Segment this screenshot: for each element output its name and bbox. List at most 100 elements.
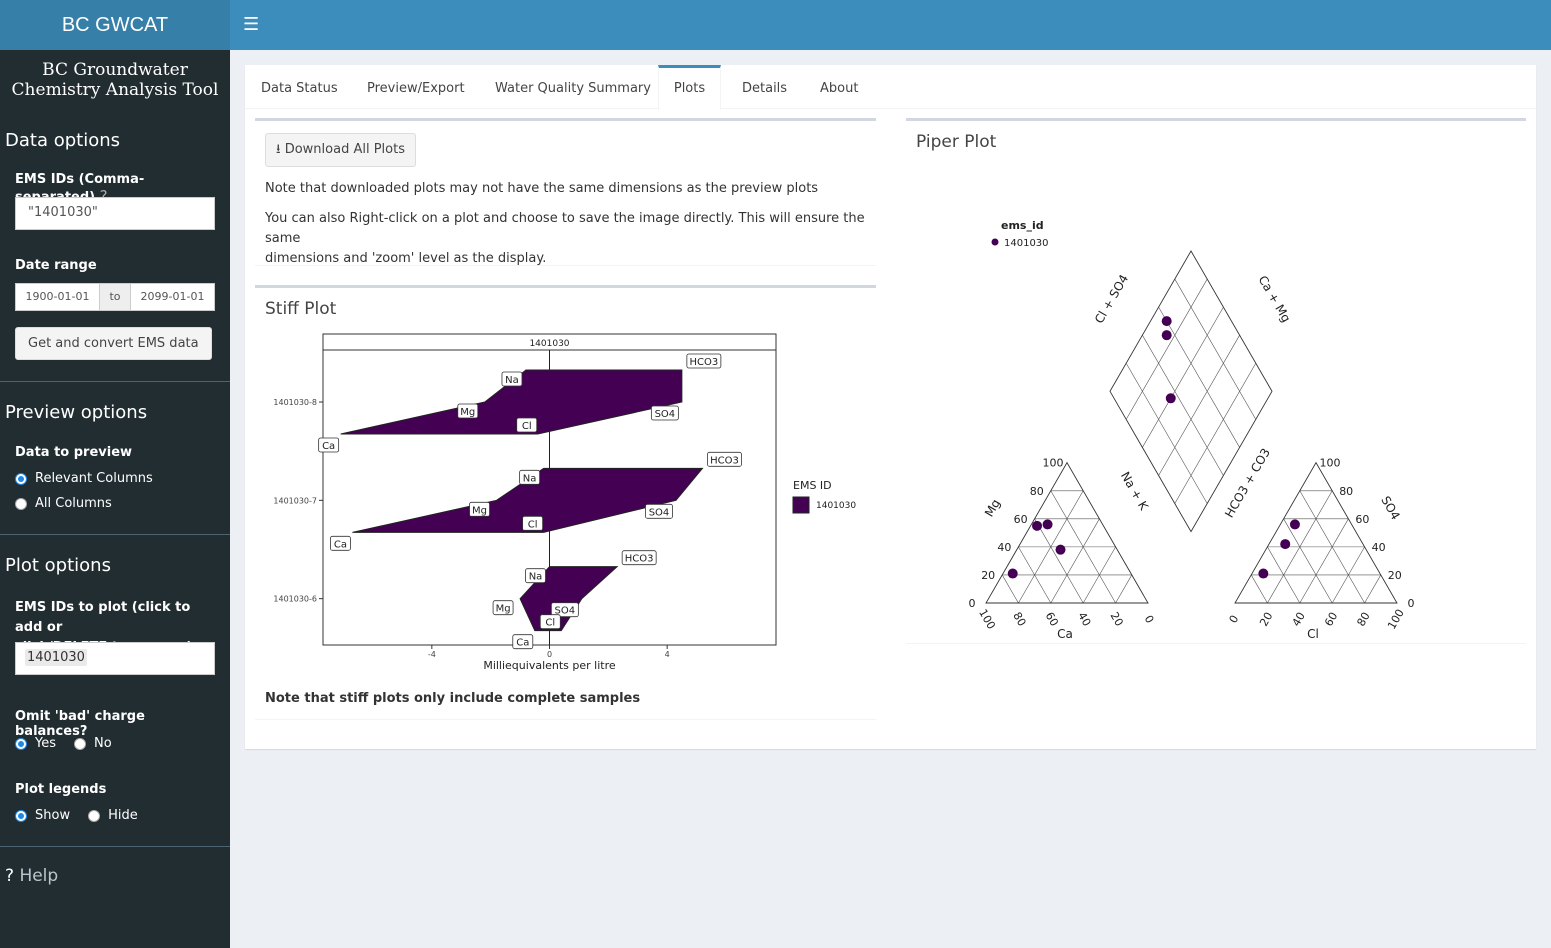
ion-label: SO4 [655,409,676,420]
stiff-plot-box: Stiff Plot 1401030 1401030-8 Na HCO3 Mg SO4 Cl… [255,285,876,720]
top-navbar: ☰ [230,0,1551,50]
data-point [1042,519,1053,530]
divider [0,381,230,382]
tab-details[interactable]: Details [742,65,787,109]
legend-title: EMS ID [793,479,832,492]
data-point [1258,568,1269,579]
x-tick-label: 4 [665,650,670,659]
grid-line [1158,335,1240,476]
radio-yes-label: Yes [35,736,56,751]
tick-label: 100 [1320,457,1341,470]
app-logo[interactable]: BC GWCAT [0,0,230,50]
axis-title-ca: Ca [1057,627,1073,641]
divider [0,846,230,847]
tick-label: 40 [997,541,1011,554]
radio-hide[interactable] [88,809,101,822]
radio-show-label: Show [35,808,71,823]
help-link[interactable]: ? Help [5,866,58,886]
radio-label: Relevant Columns [35,471,153,486]
ion-label: Mg [472,505,487,516]
tab-plots[interactable]: Plots [658,65,721,110]
app-title-line-1: BC Groundwater [42,60,188,80]
axis-title-nak: Na + K [1118,469,1152,513]
tick-label: 0 [969,597,976,610]
tick-label: 0 [1408,597,1415,610]
radio-show[interactable] [15,809,27,822]
legend-title: ems_id [1001,219,1044,232]
piper-plot-chart[interactable]: 0 0 0 0 20 20 20 20 40 40 40 40 60 60 60 60 80 80 80 80 100 1… [906,161,1526,641]
axis-title-mg: Mg [982,497,1003,520]
grid-line [1174,278,1257,420]
tick-label: 80 [1354,610,1372,629]
legend-point [991,238,999,246]
data-point [1165,393,1176,404]
ion-label: Mg [496,604,511,615]
ems-plot-select[interactable]: 1401030 [15,642,215,675]
stiff-plot-chart[interactable]: 1401030 1401030-8 Na HCO3 Mg SO4 Cl Ca 1401030-7… [255,328,876,688]
data-point [1280,539,1291,550]
grid-line [1158,306,1240,448]
app-title-line-2: Chemistry Analysis Tool [11,80,219,100]
radio-yes[interactable] [15,737,27,750]
x-tick-label: 0 [547,650,552,659]
radio-label: All Columns [35,496,112,511]
hamburger-icon[interactable]: ☰ [243,14,259,35]
ion-label: Na [523,473,537,484]
grid-line [1250,574,1268,604]
ion-label: Na [529,572,543,583]
grid-line [1283,518,1333,604]
ion-label: HCO3 [710,455,739,466]
radio-relevant-columns[interactable]: Relevant Columns [0,471,230,486]
tick-label: 0 [1142,613,1157,626]
tick-label: 20 [981,569,995,582]
legends-label: Plot legends [15,782,107,797]
get-convert-button[interactable]: Get and convert EMS data [15,327,212,360]
ion-label: SO4 [649,507,670,518]
date-range-label: Date range [15,258,97,273]
date-range: 1900-01-01 to 2099-01-01 [15,283,215,311]
data-point [1161,316,1172,327]
data-point [1161,330,1172,341]
right-click-note-line-2: dimensions and 'zoom' level as the displ… [265,251,547,266]
tab-bar: Data Status Preview/Export Water Quality… [245,65,1536,110]
tab-preview-export[interactable]: Preview/Export [367,65,465,109]
axis-title-so4: SO4 [1378,494,1402,522]
ion-label: HCO3 [689,357,718,368]
axis-title-camg: Ca + Mg [1256,273,1294,325]
axis-title-cl: Cl [1307,627,1319,641]
download-icon: ⭳ [276,142,281,157]
tick-label: 60 [1043,610,1061,629]
help-label: Help [19,866,59,886]
ion-label: Mg [460,407,475,418]
ems-plot-label: EMS IDs to plot (click to add or [15,600,191,635]
omit-label: Omit 'bad' charge balances? [15,709,145,739]
anion-triangle [1234,461,1398,604]
radio-no[interactable] [74,737,86,750]
date-start-input[interactable]: 1900-01-01 [15,283,100,311]
radio-all-columns[interactable]: All Columns [0,496,230,511]
right-click-note-line-1: You can also Right-click on a plot and c… [265,211,865,246]
tab-data-status[interactable]: Data Status [261,65,338,109]
ems-plot-tag[interactable]: 1401030 [25,649,87,666]
date-end-input[interactable]: 2099-01-01 [130,283,215,311]
ion-label: Ca [334,539,347,550]
download-all-button[interactable]: ⭳ Download All Plots [265,133,416,167]
y-tick-label: 1401030-6 [273,595,317,604]
tab-about[interactable]: About [820,65,858,109]
stiff-plot-title: Stiff Plot [265,299,337,319]
radio-button[interactable] [15,497,27,510]
stiff-plot-footer: Note that stiff plots only include compl… [265,691,641,706]
data-point [1055,544,1066,555]
grid-line [1142,335,1224,476]
tab-water-quality-summary[interactable]: Water Quality Summary [495,65,651,109]
axis-title-hco3: HCO3 + CO3 [1222,446,1273,520]
tick-label: 40 [1075,610,1093,629]
radio-hide-label: Hide [108,808,138,823]
tick-label: 100 [1385,607,1407,632]
ems-ids-input[interactable]: "1401030" [15,197,215,230]
ion-label: Ca [516,638,529,649]
radio-button[interactable] [15,472,27,485]
ion-label: Ca [322,441,335,452]
right-click-note: You can also Right-click on a plot and c… [265,209,876,269]
x-axis-label: Milliequivalents per litre [483,659,616,672]
